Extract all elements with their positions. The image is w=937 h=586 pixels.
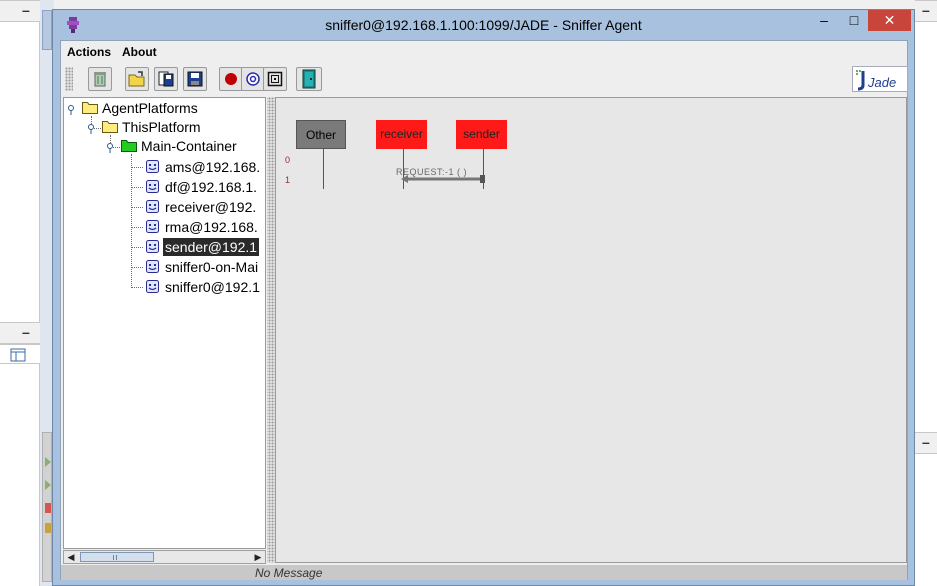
close-button[interactable]: ✕ bbox=[868, 10, 911, 31]
toolbar-grip[interactable] bbox=[65, 67, 73, 91]
tree-node-agent[interactable]: receiver@192. bbox=[146, 198, 256, 216]
scroll-right-arrow-icon[interactable]: ▶ bbox=[251, 551, 265, 563]
tree-node-agent[interactable]: df@192.168.1. bbox=[146, 178, 257, 196]
tree-node-label: Main-Container bbox=[141, 138, 237, 154]
exit-button[interactable] bbox=[296, 67, 322, 91]
agent-face-icon bbox=[146, 280, 159, 293]
tree-node-this-platform[interactable]: ThisPlatform bbox=[102, 118, 201, 136]
background-right-minimize-icon-2: – bbox=[922, 434, 930, 450]
tree-node-agent[interactable]: sniffer0-on-Mai bbox=[146, 258, 258, 276]
tree-node-label: df@192.168.1. bbox=[165, 179, 258, 195]
agent-box-other[interactable]: Other bbox=[296, 120, 346, 149]
tree-node-main-container[interactable]: Main-Container bbox=[121, 137, 237, 155]
tree-horizontal-scrollbar[interactable]: ◀ ▶ bbox=[63, 550, 266, 564]
folder-icon bbox=[82, 102, 98, 114]
agent-box-receiver[interactable]: receiver bbox=[376, 120, 427, 149]
menu-about[interactable]: About bbox=[122, 45, 157, 59]
maximize-button[interactable]: □ bbox=[840, 10, 868, 31]
tree-line bbox=[131, 267, 143, 268]
sniffer-agent-window: sniffer0@192.168.1.100:1099/JADE - Sniff… bbox=[52, 9, 915, 586]
tree-node-agent[interactable]: sniffer0@192.1 bbox=[146, 278, 260, 296]
message-arrow[interactable] bbox=[400, 174, 490, 184]
lifeline-other bbox=[323, 149, 324, 189]
window-client-area: Actions About Jade AgentPlatforms ThisPl… bbox=[60, 40, 908, 580]
agent-box-sender[interactable]: sender bbox=[456, 120, 507, 149]
tree-node-label: ThisPlatform bbox=[122, 119, 201, 135]
agent-face-icon bbox=[146, 160, 159, 173]
do-sniff-button[interactable] bbox=[219, 67, 243, 91]
tree-line bbox=[131, 247, 143, 248]
open-snapshot-button[interactable] bbox=[125, 67, 149, 91]
toolbar: Jade bbox=[61, 62, 908, 95]
background-side-icons bbox=[45, 457, 51, 533]
save-snapshot-button[interactable] bbox=[183, 67, 207, 91]
agent-face-icon bbox=[146, 240, 159, 253]
tree-node-agent[interactable]: ams@192.168. bbox=[146, 158, 260, 176]
tree-node-label: receiver@192. bbox=[165, 199, 257, 215]
agent-face-icon bbox=[146, 180, 159, 193]
sniffer-canvas[interactable]: Other receiver sender 0 1 REQUEST:-1 ( ) bbox=[275, 97, 907, 563]
message-icon bbox=[246, 72, 260, 86]
save-as-icon bbox=[158, 71, 174, 87]
tree-node-label: AgentPlatforms bbox=[102, 100, 198, 116]
row-number: 0 bbox=[285, 155, 291, 165]
background-right-minimize-icon: – bbox=[922, 2, 930, 18]
jade-logo-image: Jade bbox=[856, 70, 896, 91]
background-window-icon bbox=[10, 348, 26, 362]
tree-line bbox=[131, 227, 143, 228]
tree-node-agent[interactable]: rma@192.168. bbox=[146, 218, 258, 236]
jade-logo: Jade bbox=[852, 66, 908, 92]
tree-line bbox=[131, 187, 143, 188]
write-message-list-button[interactable] bbox=[154, 67, 178, 91]
clear-canvas-button[interactable] bbox=[88, 67, 112, 91]
title-bar[interactable]: sniffer0@192.168.1.100:1099/JADE - Sniff… bbox=[53, 10, 914, 40]
background-toolbar-mid bbox=[0, 322, 40, 344]
row-number: 1 bbox=[285, 175, 291, 185]
background-toolbar-top bbox=[0, 0, 40, 22]
open-folder-icon bbox=[128, 71, 145, 87]
do-not-sniff-button[interactable] bbox=[263, 67, 287, 91]
background-tab bbox=[42, 10, 52, 50]
save-icon bbox=[187, 71, 203, 87]
agent-tree[interactable]: AgentPlatforms ThisPlatform Main-Contain… bbox=[63, 97, 266, 549]
tree-line bbox=[131, 287, 143, 288]
tree-node-label: rma@192.168. bbox=[165, 219, 258, 235]
tree-node-label: sniffer0@192.1 bbox=[165, 279, 260, 295]
record-icon bbox=[225, 73, 237, 85]
minimize-button[interactable]: – bbox=[810, 10, 838, 31]
background-window bbox=[0, 0, 40, 586]
collapse-icon[interactable] bbox=[106, 143, 116, 153]
exit-door-icon bbox=[302, 69, 316, 89]
background-panel bbox=[0, 344, 40, 364]
show-only-button[interactable] bbox=[241, 67, 265, 91]
status-message: No Message bbox=[255, 566, 323, 580]
svg-text:Jade: Jade bbox=[867, 75, 896, 90]
tree-line bbox=[131, 167, 143, 168]
agent-face-icon bbox=[146, 200, 159, 213]
tree-node-label: ams@192.168. bbox=[165, 159, 261, 175]
background-minimize-icon-2: – bbox=[22, 324, 30, 340]
tree-node-label: sender@192.1 bbox=[163, 238, 260, 256]
filter-icon bbox=[267, 71, 283, 87]
tree-node-label: sniffer0-on-Mai bbox=[165, 259, 259, 275]
green-folder-icon bbox=[121, 140, 137, 152]
trash-icon bbox=[94, 72, 106, 87]
menu-actions[interactable]: Actions bbox=[67, 45, 111, 59]
scroll-left-arrow-icon[interactable]: ◀ bbox=[64, 551, 78, 563]
agent-face-icon bbox=[146, 220, 159, 233]
status-bar: No Message bbox=[61, 565, 907, 580]
scroll-thumb[interactable] bbox=[80, 552, 154, 562]
tree-node-agent-platforms[interactable]: AgentPlatforms bbox=[82, 99, 198, 117]
collapse-icon[interactable] bbox=[67, 105, 77, 115]
tree-node-agent[interactable]: sender@192.1 bbox=[146, 238, 260, 256]
background-right-window bbox=[915, 0, 937, 586]
tree-line bbox=[131, 207, 143, 208]
window-title: sniffer0@192.168.1.100:1099/JADE - Sniff… bbox=[325, 17, 642, 33]
pane-splitter[interactable] bbox=[267, 97, 275, 563]
folder-icon bbox=[102, 121, 118, 133]
collapse-icon[interactable] bbox=[87, 124, 97, 134]
menu-bar: Actions About bbox=[61, 41, 907, 62]
agent-face-icon bbox=[146, 260, 159, 273]
background-minimize-icon: – bbox=[22, 2, 30, 18]
